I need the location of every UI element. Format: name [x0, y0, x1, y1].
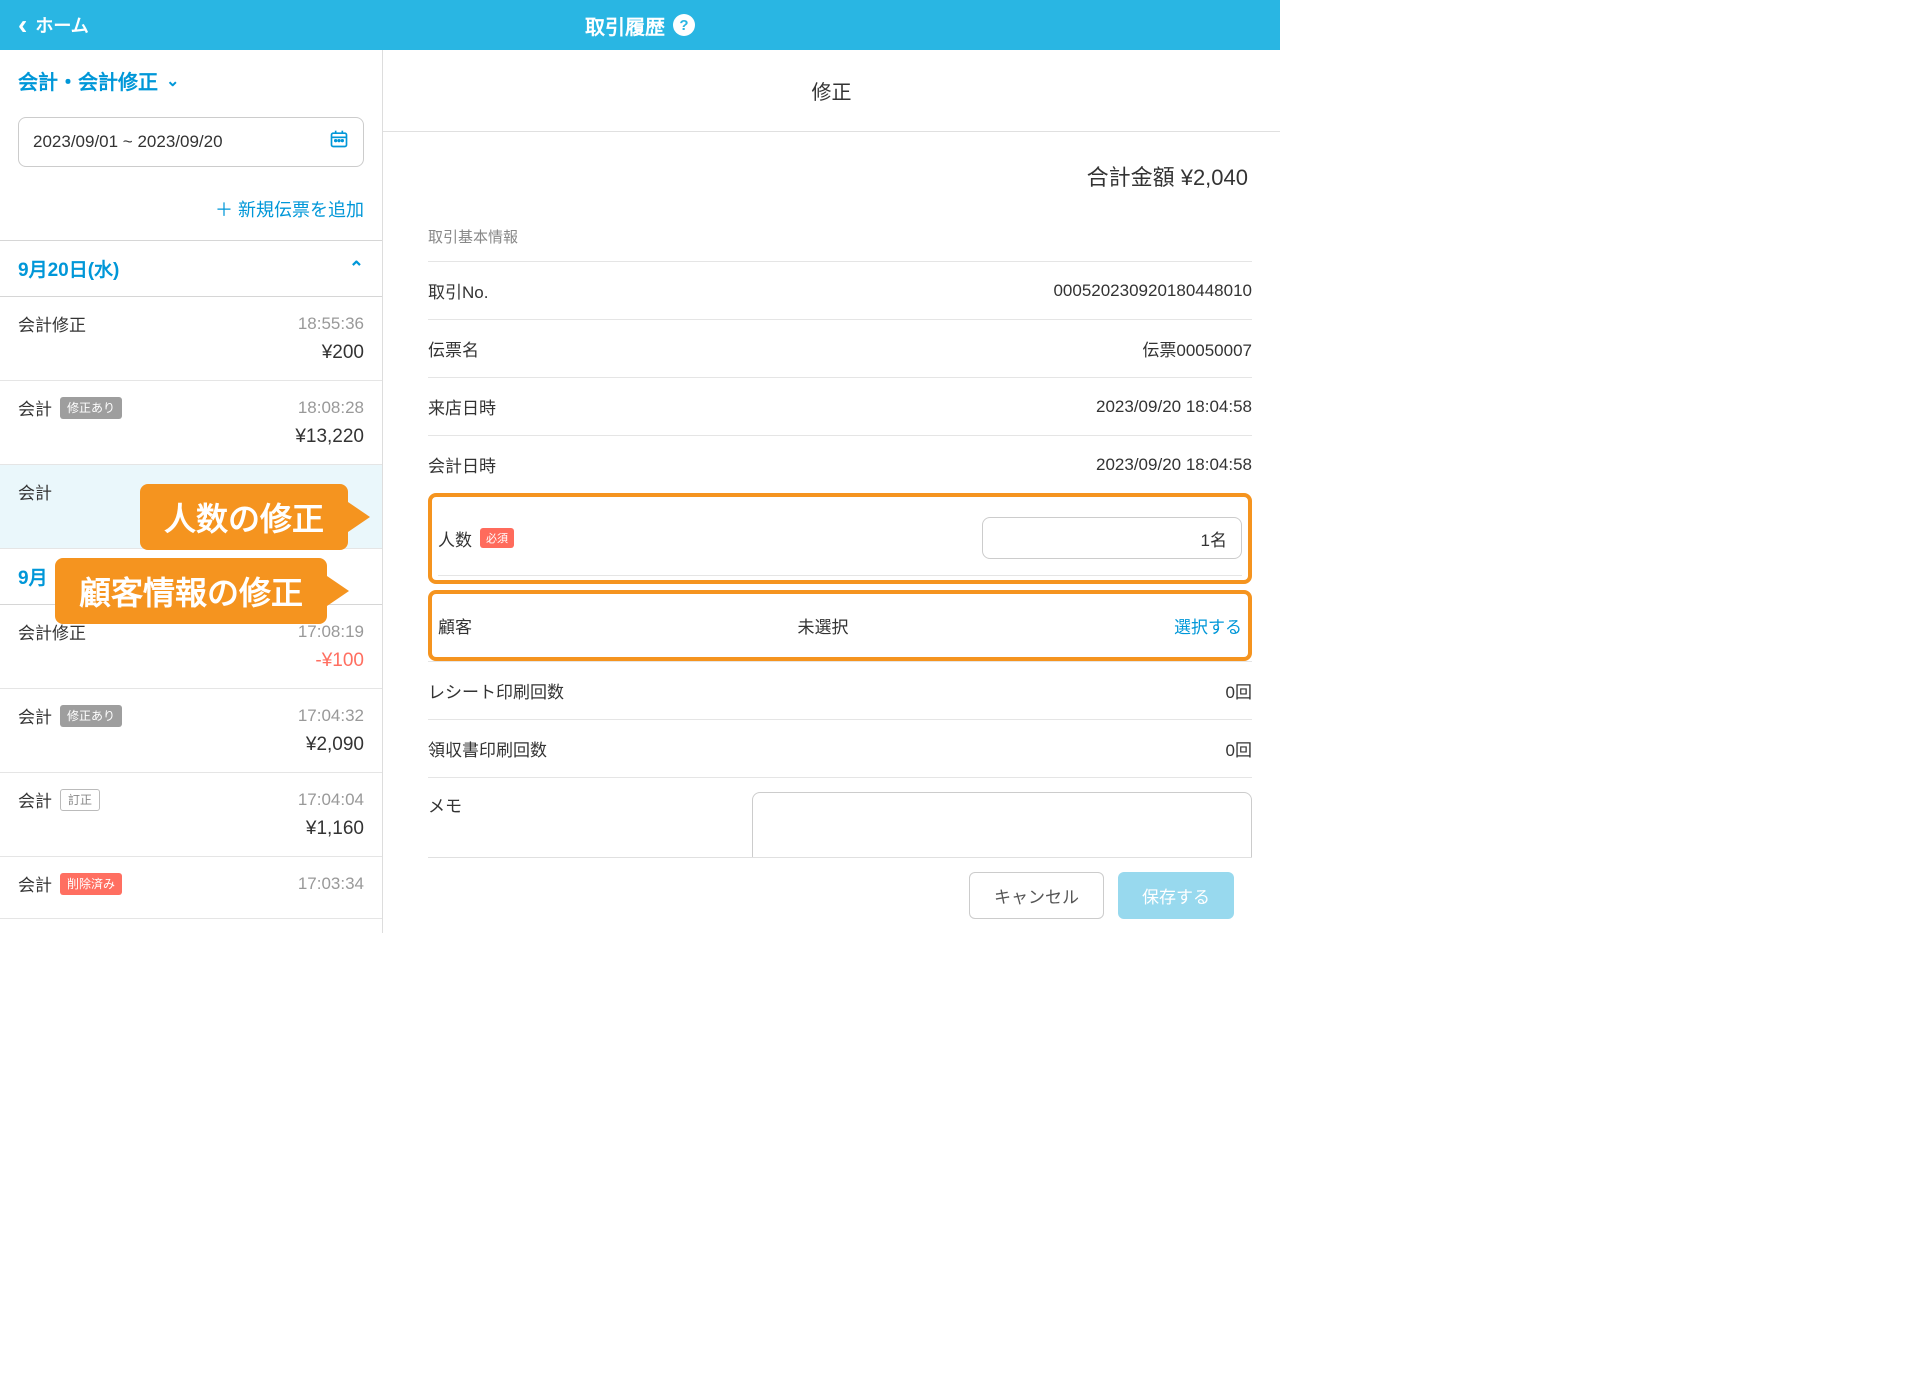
count-highlight: 人数 必須 — [428, 493, 1252, 584]
memo-textarea[interactable] — [752, 792, 1252, 857]
slip-name-row: 伝票名 伝票00050007 — [428, 319, 1252, 377]
tx-type: 会計 — [18, 703, 52, 728]
header: ‹ ホーム 取引履歴 ? — [0, 0, 1280, 50]
tx-badge: 訂正 — [60, 789, 100, 811]
help-icon[interactable]: ? — [673, 14, 695, 36]
tx-amount: ¥2,090 — [18, 734, 364, 756]
date-range-value: 2023/09/01 ~ 2023/09/20 — [33, 132, 223, 152]
tx-amount: ¥200 — [18, 342, 364, 364]
visit-datetime-row: 来店日時 2023/09/20 18:04:58 — [428, 377, 1252, 435]
footer-actions: キャンセル 保存する — [428, 857, 1252, 933]
transaction-item[interactable]: 会計修正 18:55:36 ¥200 — [0, 297, 382, 381]
select-customer-button[interactable]: 選択する — [1174, 613, 1242, 638]
calendar-icon — [329, 129, 349, 155]
back-label: ホーム — [35, 12, 88, 38]
transaction-item[interactable]: 会計 修正あり 17:04:32 ¥2,090 — [0, 689, 382, 773]
count-row: 人数 必須 — [438, 501, 1242, 576]
chevron-up-icon: ⌃ — [349, 258, 364, 279]
tx-amount: ¥1,160 — [18, 818, 364, 840]
filter-label: 会計・会計修正 — [18, 66, 158, 95]
transaction-item[interactable]: 会計 訂正 17:04:04 ¥1,160 — [0, 773, 382, 857]
annotation-count: 人数の修正 — [140, 484, 348, 550]
total-amount-row: 合計金額 ¥2,040 — [428, 152, 1252, 222]
date-range-picker[interactable]: 2023/09/01 ~ 2023/09/20 — [18, 117, 364, 167]
required-badge: 必須 — [480, 528, 514, 548]
detail-title: 修正 — [383, 50, 1280, 132]
tx-badge: 修正あり — [60, 397, 122, 419]
checkout-datetime-row: 会計日時 2023/09/20 18:04:58 — [428, 435, 1252, 493]
tx-type: 会計 — [18, 479, 52, 504]
tx-time: 18:55:36 — [298, 314, 364, 334]
cancel-button[interactable]: キャンセル — [969, 872, 1104, 919]
date-group-label: 9月 — [18, 563, 48, 590]
add-slip-button[interactable]: ＋ 新規伝票を追加 — [0, 172, 382, 241]
annotation-customer: 顧客情報の修正 — [55, 558, 327, 624]
invoice-count-row: 領収書印刷回数 0回 — [428, 719, 1252, 777]
date-group-header[interactable]: 9月20日(水) ⌃ — [0, 241, 382, 297]
tx-badge: 削除済み — [60, 873, 122, 895]
tx-time: 18:08:28 — [298, 398, 364, 418]
tx-time: 17:04:32 — [298, 706, 364, 726]
tx-badge: 修正あり — [60, 705, 122, 727]
tx-type: 会計 — [18, 395, 52, 420]
tx-type: 会計 — [18, 871, 52, 896]
receipt-count-row: レシート印刷回数 0回 — [428, 661, 1252, 719]
tx-number-row: 取引No. 000520230920180448010 — [428, 261, 1252, 319]
date-group-label: 9月20日(水) — [18, 255, 119, 282]
memo-row: メモ — [428, 777, 1252, 857]
filter-dropdown[interactable]: 会計・会計修正 ⌄ — [18, 66, 364, 95]
chevron-left-icon: ‹ — [18, 11, 27, 39]
detail-panel: 修正 合計金額 ¥2,040 取引基本情報 取引No. 000520230920… — [383, 50, 1280, 933]
page-title: 取引履歴 ? — [585, 11, 695, 40]
tx-type: 会計 — [18, 787, 52, 812]
chevron-down-icon: ⌄ — [166, 71, 179, 91]
back-button[interactable]: ‹ ホーム — [18, 11, 89, 39]
tx-amount: -¥100 — [18, 650, 364, 672]
tx-time: 17:04:04 — [298, 790, 364, 810]
tx-type: 会計修正 — [18, 311, 86, 336]
section-title: 取引基本情報 — [428, 222, 1252, 261]
transaction-item[interactable]: 会計 修正あり 18:08:28 ¥13,220 — [0, 381, 382, 465]
tx-time: 17:03:34 — [298, 874, 364, 894]
save-button[interactable]: 保存する — [1118, 872, 1234, 919]
tx-time: 17:08:19 — [298, 622, 364, 642]
tx-amount: ¥13,220 — [18, 426, 364, 448]
customer-row: 顧客 未選択 選択する — [438, 598, 1242, 653]
customer-highlight: 顧客 未選択 選択する — [428, 590, 1252, 661]
transaction-item[interactable]: 会計 削除済み 17:03:34 — [0, 857, 382, 919]
count-input[interactable] — [982, 517, 1242, 559]
customer-status: 未選択 — [798, 613, 849, 638]
